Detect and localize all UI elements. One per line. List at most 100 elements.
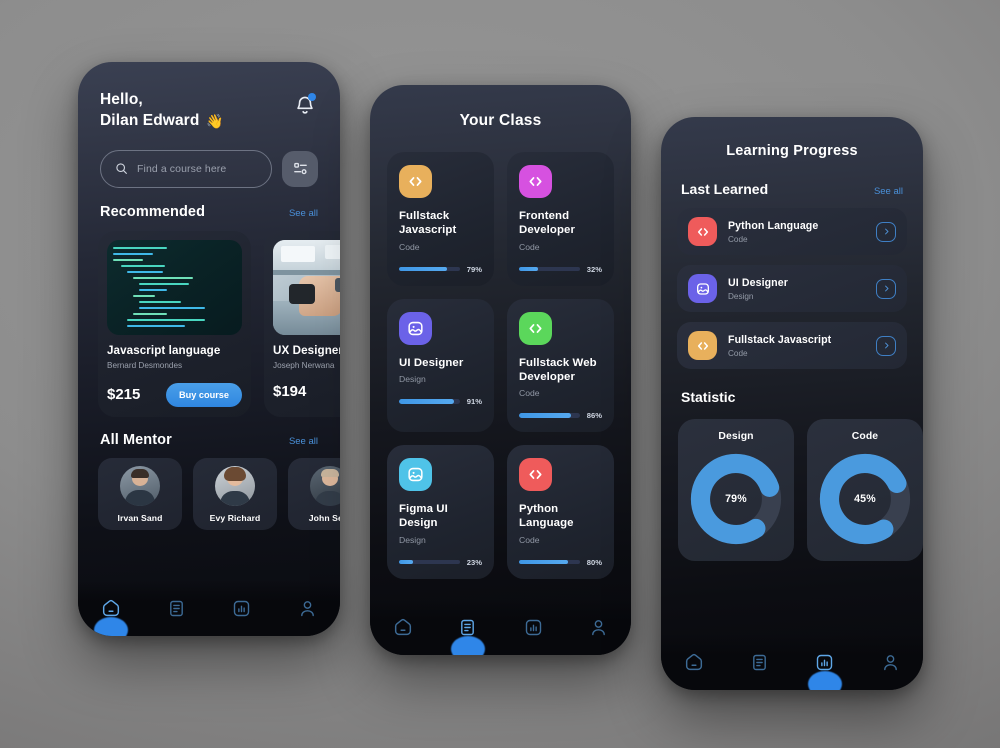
open-item-button[interactable] (876, 221, 896, 242)
class-icon-wrap (399, 165, 432, 198)
nav-item-statistics[interactable] (518, 612, 548, 642)
class-card[interactable]: Figma UI Design Design 23% (387, 445, 494, 579)
nav-item-profile[interactable] (583, 612, 613, 642)
class-card[interactable]: Python Language Code 80% (507, 445, 614, 579)
progress-track (519, 266, 580, 272)
item-category: Code (728, 348, 748, 358)
home-icon (685, 654, 702, 671)
progress-track (519, 559, 580, 565)
nav-active-indicator (450, 636, 485, 655)
course-card[interactable]: UX Designer Joseph Nerwana $194 (264, 230, 340, 417)
bottom-navigation[interactable] (661, 634, 923, 690)
class-card[interactable]: Fullstack Web Developer Code 86% (507, 298, 614, 432)
code-icon (529, 177, 542, 186)
class-icon-wrap (519, 165, 552, 198)
profile-icon (300, 600, 314, 616)
item-name: Fullstack Javascript (728, 333, 832, 346)
course-footer: $215 Buy course (107, 382, 242, 407)
recommended-see-all-link[interactable]: See all (289, 208, 318, 219)
course-card[interactable]: Javascript language Bernard Desmondes $2… (98, 230, 251, 417)
search-row: Find a course here (78, 132, 340, 188)
class-icon-wrap (399, 311, 432, 345)
nav-item-profile[interactable] (292, 593, 322, 623)
statistic-cards: Design 79% Code 45% (661, 405, 923, 561)
list-item[interactable]: UI Designer Design (677, 265, 907, 312)
course-price: $194 (273, 382, 307, 400)
search-placeholder: Find a course here (137, 162, 227, 175)
progress-label: 91% (466, 396, 482, 406)
profile-icon (591, 619, 605, 635)
avatar (215, 465, 255, 506)
class-progress: 79% (399, 265, 482, 274)
list-item[interactable]: Fullstack Javascript Code (677, 322, 907, 369)
mentor-card[interactable]: John Sept (288, 457, 340, 530)
nav-item-statistics[interactable] (807, 647, 842, 690)
mentor-list[interactable]: Irvan Sand Evy Richard John Sept (78, 448, 340, 530)
donut-chart-design: 79% (688, 451, 784, 547)
nav-item-home[interactable] (388, 612, 418, 642)
class-progress: 80% (519, 558, 602, 567)
last-learned-list[interactable]: Python Language Code UI Designer Design (661, 197, 923, 369)
item-name: UI Designer (728, 276, 788, 289)
progress-fill (519, 266, 539, 272)
class-name: Frontend Developer (519, 210, 575, 237)
code-icon (529, 470, 542, 479)
recommended-header: Recommended See all (78, 188, 340, 220)
filter-button[interactable] (282, 150, 318, 187)
nav-item-home[interactable] (93, 593, 128, 636)
course-thumbnail-code (107, 239, 242, 335)
class-name: Figma UI Design (399, 503, 448, 530)
bottom-navigation[interactable] (78, 580, 340, 636)
image-icon (408, 321, 423, 335)
buy-course-button[interactable]: Buy course (165, 382, 242, 407)
home-icon (394, 619, 411, 636)
nav-item-statistics[interactable] (227, 593, 257, 623)
class-category: Design (399, 534, 426, 545)
nav-item-profile[interactable] (875, 647, 905, 677)
bottom-navigation[interactable] (370, 599, 631, 655)
recommended-course-list[interactable]: Javascript language Bernard Desmondes $2… (78, 220, 340, 417)
mentor-card[interactable]: Irvan Sand (98, 457, 182, 530)
donut-value-label: 79% (725, 493, 747, 505)
last-learned-header: Last Learned See all (661, 159, 923, 197)
last-learned-see-all-link[interactable]: See all (874, 186, 903, 197)
class-category: Code (399, 241, 420, 252)
progress-label: 86% (586, 411, 602, 420)
chart-icon (817, 654, 833, 670)
item-category: Design (728, 291, 754, 301)
class-card[interactable]: UI Designer Design 91% (387, 298, 494, 432)
class-progress: 86% (519, 411, 602, 420)
class-name: UI Designer (399, 356, 464, 369)
list-item[interactable]: Python Language Code (677, 208, 907, 255)
open-item-button[interactable] (876, 278, 896, 299)
class-grid[interactable]: Fullstack Javascript Code 79% Frontend D… (370, 130, 631, 579)
nav-item-courses[interactable] (450, 612, 485, 655)
class-card[interactable]: Frontend Developer Code 32% (507, 152, 614, 286)
statistic-card[interactable]: Code 45% (807, 419, 923, 561)
home-header: Hello, Dilan Edward 👋 (78, 62, 340, 132)
mentor-see-all-link[interactable]: See all (289, 436, 318, 447)
greeting-block: Hello, Dilan Edward 👋 (100, 90, 224, 132)
phone-your-class-screen: Your Class Fullstack Javascript Code 79%… (370, 85, 631, 655)
statistic-card[interactable]: Design 79% (678, 419, 794, 561)
nav-item-courses[interactable] (744, 647, 774, 677)
nav-item-courses[interactable] (161, 593, 191, 623)
item-icon-wrap (688, 217, 717, 246)
learning-progress-title: Learning Progress (726, 143, 858, 159)
open-item-button[interactable] (876, 335, 896, 356)
class-name: Python Language (519, 503, 574, 530)
mentor-card[interactable]: Evy Richard (193, 457, 277, 530)
image-icon (408, 467, 423, 482)
nav-active-indicator (807, 671, 842, 690)
mentor-header: All Mentor See all (78, 417, 340, 448)
code-icon (409, 177, 422, 186)
class-progress: 91% (399, 397, 482, 406)
notification-bell-button[interactable] (292, 92, 318, 118)
nav-item-home[interactable] (679, 647, 709, 677)
item-icon-wrap (688, 274, 717, 303)
course-thumbnail-ux (273, 239, 340, 335)
search-input[interactable]: Find a course here (100, 149, 272, 188)
recommended-title: Recommended (100, 203, 206, 220)
your-class-title: Your Class (459, 112, 542, 129)
class-card[interactable]: Fullstack Javascript Code 79% (387, 152, 494, 286)
